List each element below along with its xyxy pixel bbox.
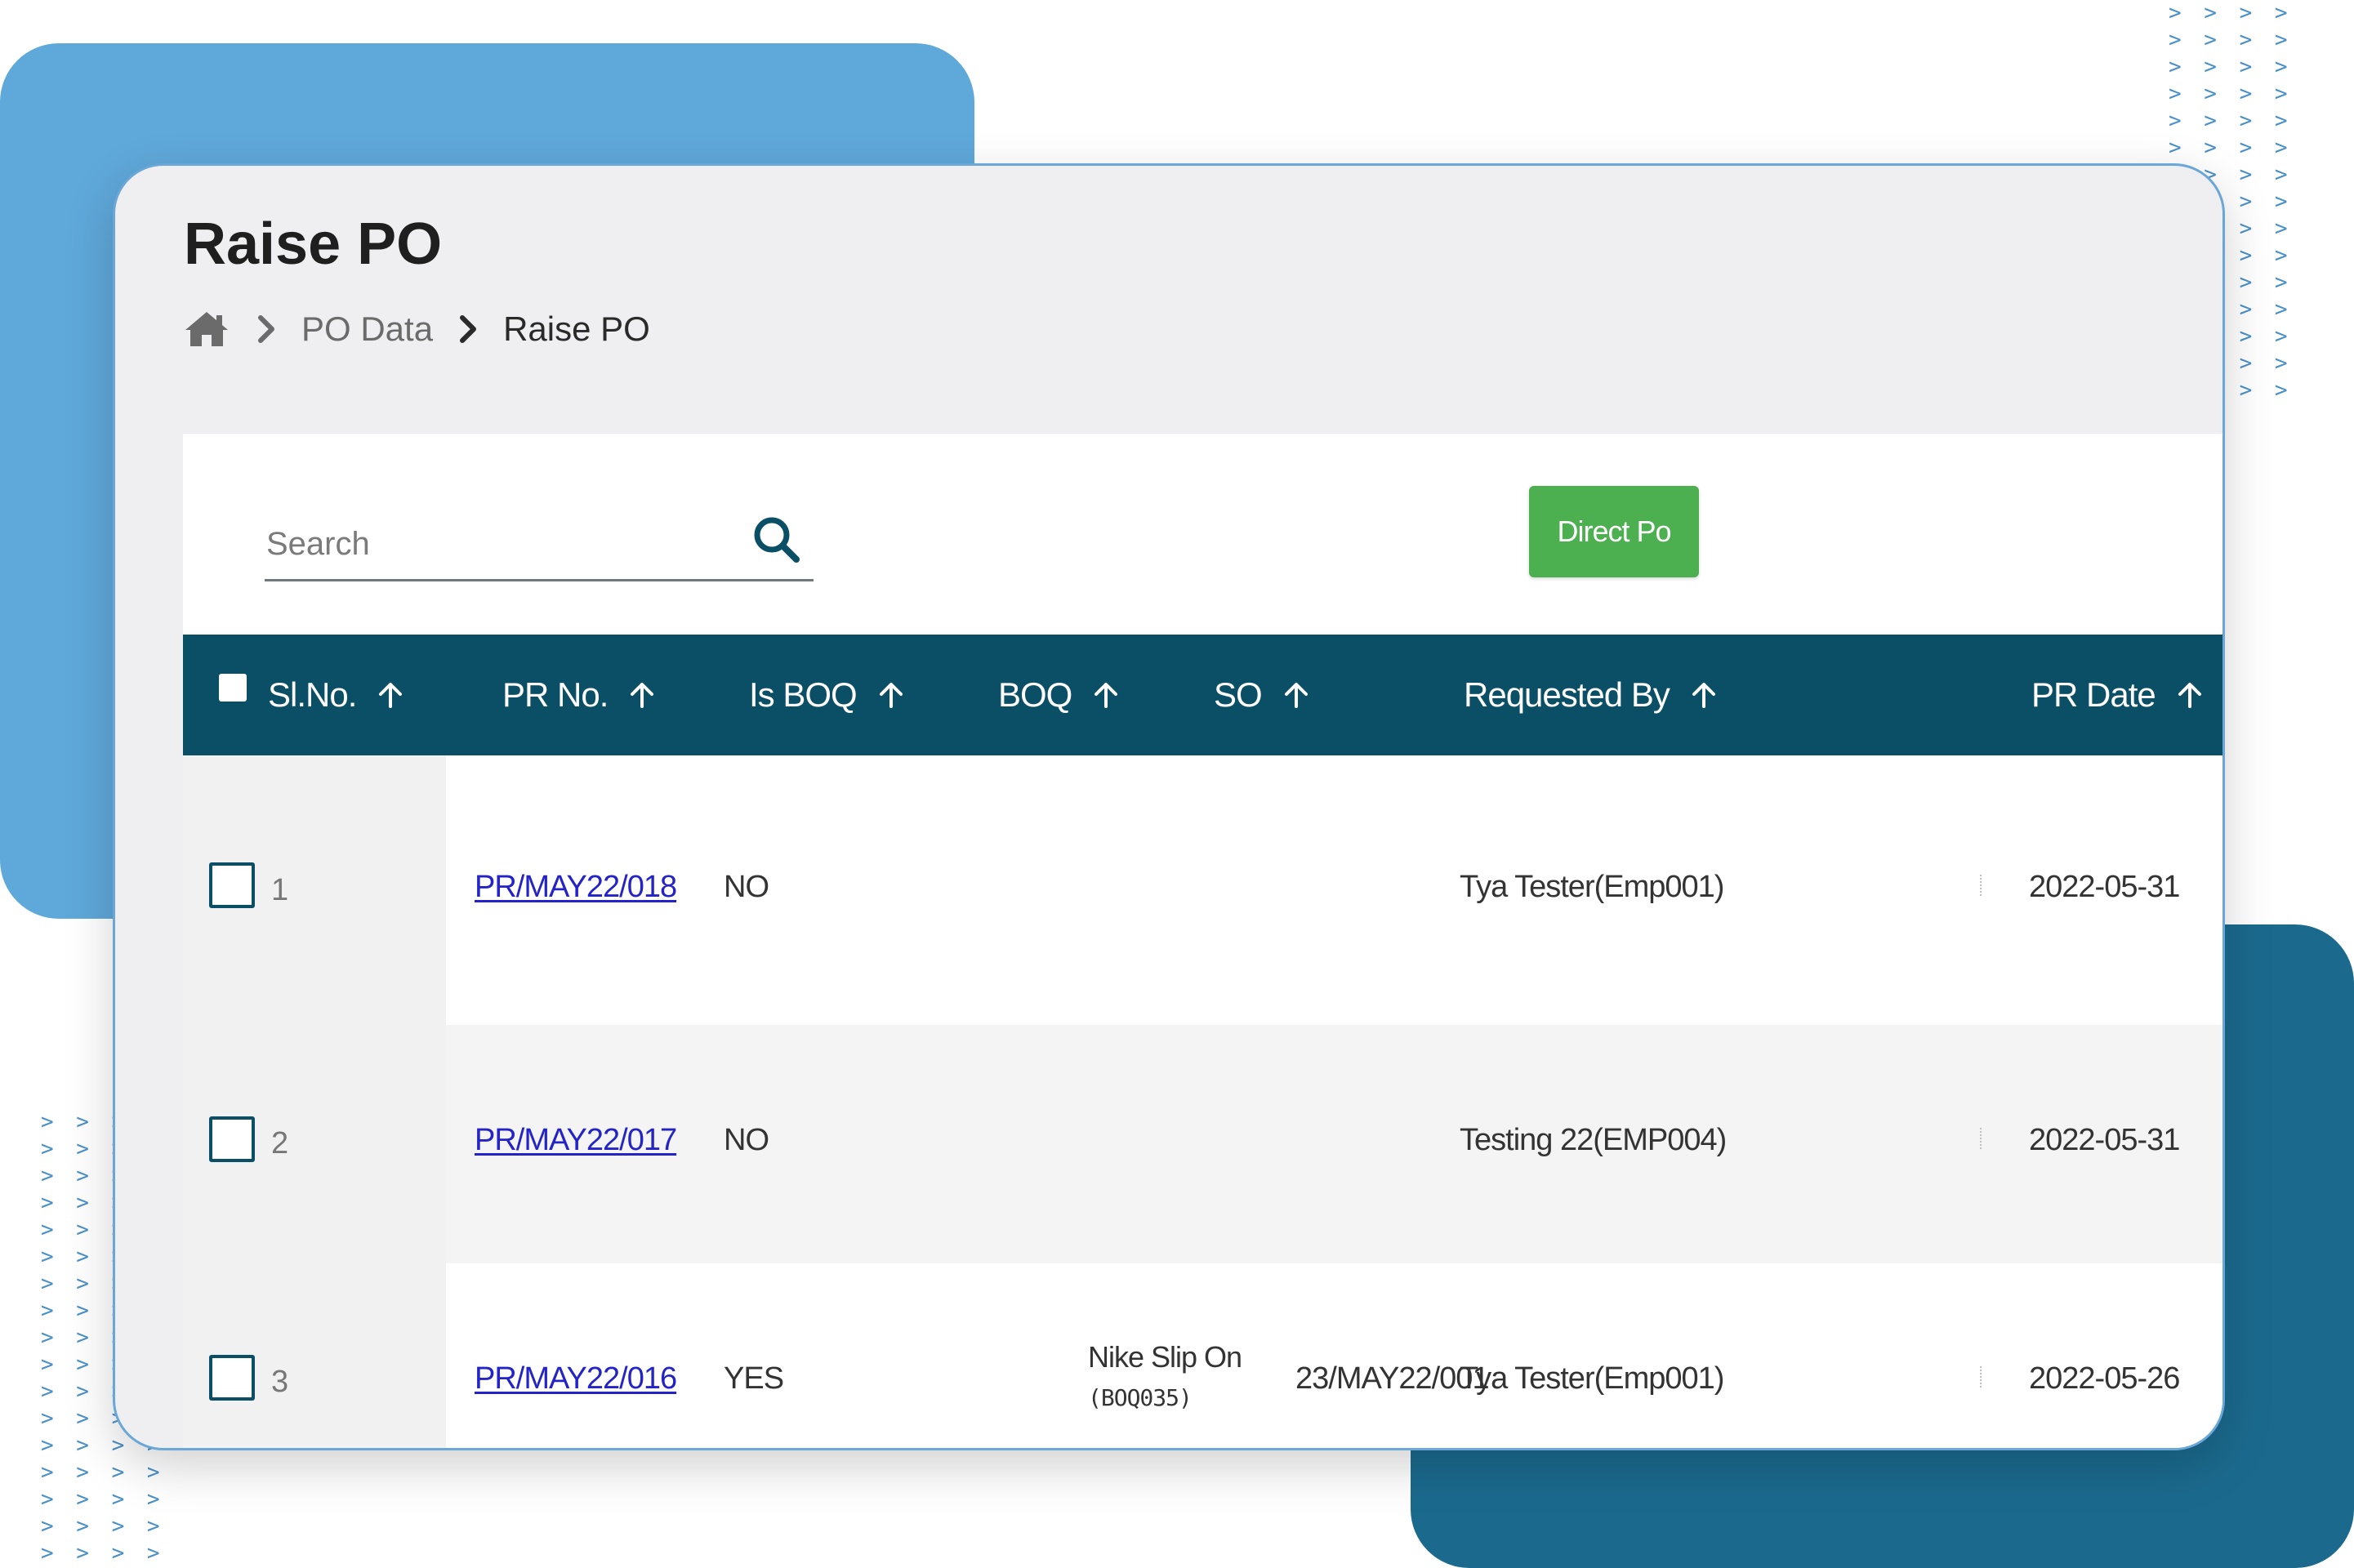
column-header-pr-no[interactable]: PR No. (502, 635, 658, 755)
data-panel: Direct Po Sl.No. PR No. Is BOQ BOQ (183, 434, 2222, 1448)
column-label: BOQ (998, 675, 1072, 714)
arrow-up-icon (1284, 683, 1308, 708)
search-field (265, 507, 814, 581)
boq-name: Nike Slip On (1088, 1340, 1242, 1374)
is-boq-value: NO (724, 870, 769, 904)
column-header-pr-date[interactable]: PR Date (2031, 635, 2206, 755)
breadcrumb: PO Data Raise PO (182, 309, 650, 350)
select-all-checkbox[interactable] (219, 674, 247, 702)
is-boq-value: NO (724, 1123, 769, 1157)
search-input[interactable] (265, 519, 725, 569)
column-header-requested-by[interactable]: Requested By (1464, 635, 1720, 755)
requested-by-value: Testing 22(EMP004) (1460, 1123, 1727, 1157)
column-label: Sl.No. (268, 675, 357, 714)
table-row: 2 PR/MAY22/017 NO Testing 22(EMP004) 202… (183, 1025, 2222, 1263)
breadcrumb-item-po-data[interactable]: PO Data (301, 310, 433, 349)
column-divider (1980, 1128, 1983, 1149)
pr-number-link[interactable]: PR/MAY22/018 (475, 870, 677, 905)
app-window: Raise PO PO Data Raise PO Search Direct … (113, 163, 2225, 1450)
is-boq-value: YES (724, 1361, 784, 1396)
column-header-so[interactable]: SO (1214, 635, 1313, 755)
column-divider (1980, 875, 1983, 896)
sl-no-value: 1 (271, 873, 288, 907)
column-header-is-boq[interactable]: Is BOQ (749, 635, 907, 755)
pr-number-link[interactable]: PR/MAY22/017 (475, 1123, 677, 1158)
row-checkbox[interactable] (209, 862, 255, 908)
requested-by-value: Tya Tester(Emp001) (1460, 1361, 1724, 1396)
page-title: Raise PO (184, 212, 443, 277)
table-header: Sl.No. PR No. Is BOQ BOQ SO Requested By… (183, 635, 2222, 755)
column-header-sl-no[interactable]: Sl.No. (268, 635, 407, 755)
search-icon[interactable] (751, 514, 803, 566)
table-row: 3 PR/MAY22/016 YES Nike Slip On (BOQ035)… (183, 1263, 2222, 1448)
sl-no-value: 2 (271, 1126, 288, 1160)
arrow-up-icon (379, 683, 403, 708)
column-header-boq[interactable]: BOQ (998, 635, 1122, 755)
sl-no-value: 3 (271, 1365, 288, 1399)
pr-date-value: 2022-05-26 (2029, 1361, 2180, 1396)
boq-code: (BOQ035) (1088, 1384, 1193, 1411)
row-checkbox[interactable] (209, 1355, 255, 1401)
breadcrumb-item-raise-po: Raise PO (503, 310, 650, 348)
arrow-up-icon (1095, 683, 1118, 708)
boq-value: Nike Slip On (BOQ035) (1088, 1337, 1242, 1419)
column-label: Requested By (1464, 675, 1670, 714)
home-icon[interactable] (182, 309, 231, 350)
arrow-up-icon (631, 683, 654, 708)
row-checkbox[interactable] (209, 1116, 255, 1162)
screenshot-stage: > > > > > > > > > > > > > > > > > > > > … (0, 0, 2354, 1568)
column-label: Is BOQ (749, 675, 858, 714)
arrow-up-icon (879, 683, 903, 708)
pr-number-link[interactable]: PR/MAY22/016 (475, 1361, 677, 1396)
column-divider (1980, 1366, 1983, 1388)
chevron-right-icon (454, 313, 482, 345)
table-row: 1 PR/MAY22/018 NO Tya Tester(Emp001) 202… (183, 755, 2222, 1025)
column-label: PR Date (2031, 675, 2156, 714)
column-label: SO (1214, 675, 1263, 714)
direct-po-button[interactable]: Direct Po (1529, 486, 1699, 577)
column-label: PR No. (502, 675, 609, 714)
arrow-up-icon (1692, 683, 1715, 708)
arrow-up-icon (2178, 683, 2201, 708)
requested-by-value: Tya Tester(Emp001) (1460, 870, 1724, 904)
pr-date-value: 2022-05-31 (2029, 1123, 2180, 1157)
chevron-right-icon (252, 313, 280, 345)
pr-date-value: 2022-05-31 (2029, 870, 2180, 904)
